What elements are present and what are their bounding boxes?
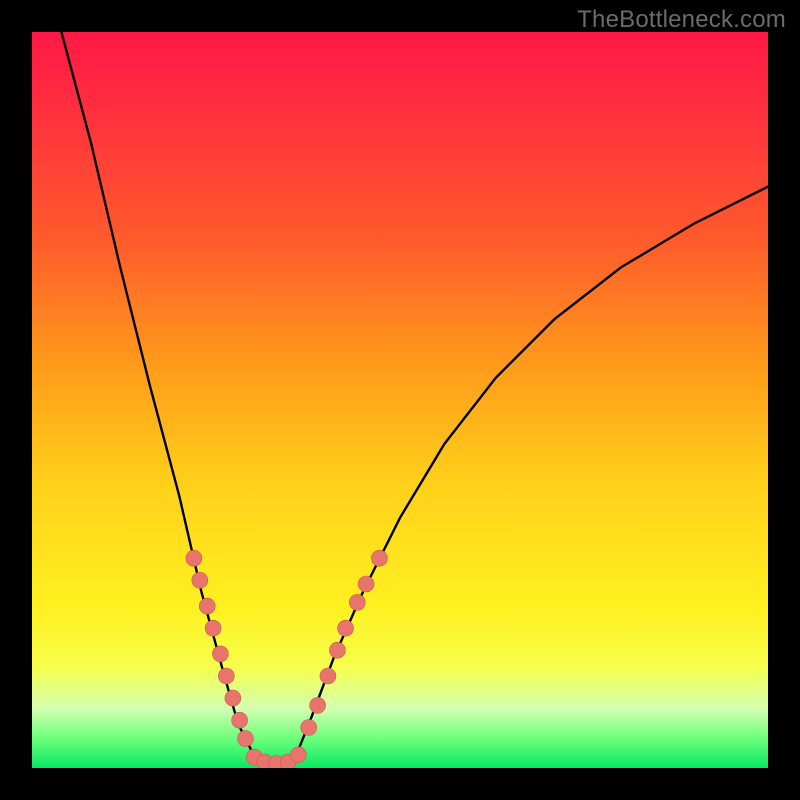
data-point [329, 642, 345, 658]
scatter-dots [186, 550, 388, 768]
data-point [371, 550, 387, 566]
data-point [232, 712, 248, 728]
data-point [199, 598, 215, 614]
watermark-text: TheBottleneck.com [577, 6, 786, 34]
data-point [349, 594, 365, 610]
data-point [225, 690, 241, 706]
data-point [212, 646, 228, 662]
data-point [358, 576, 374, 592]
curve-line [61, 32, 768, 764]
data-point [186, 550, 202, 566]
data-point [301, 720, 317, 736]
chart-frame: TheBottleneck.com [0, 0, 800, 800]
chart-svg [32, 32, 768, 768]
data-point [320, 668, 336, 684]
data-point [192, 572, 208, 588]
plot-area [32, 32, 768, 768]
data-point [338, 620, 354, 636]
data-point [237, 731, 253, 747]
data-point [218, 668, 234, 684]
data-point [205, 620, 221, 636]
data-point [290, 747, 306, 763]
data-point [310, 697, 326, 713]
